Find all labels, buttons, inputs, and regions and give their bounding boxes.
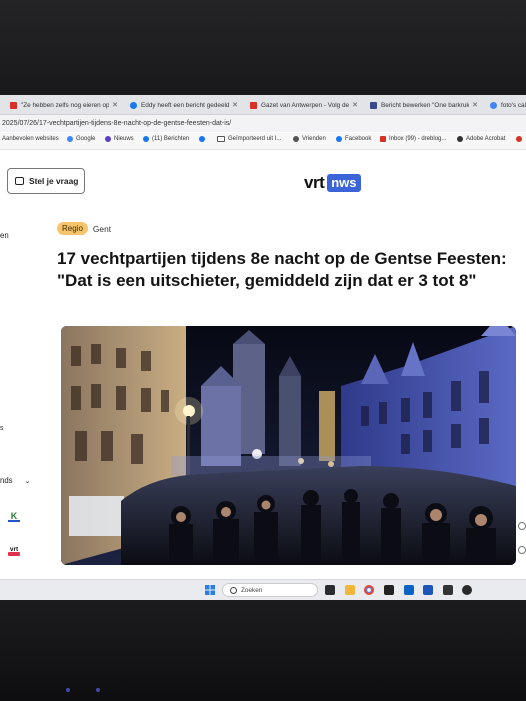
tab-label: "Ze hebben zelfs nog eieren op	[21, 102, 109, 109]
tab-label: Gazet van Antwerpen - Volg de	[261, 102, 349, 109]
article-tags: Regio Gent	[57, 222, 111, 235]
bookmark-label: (11) Berichten	[152, 136, 190, 142]
close-icon[interactable]: ✕	[472, 101, 478, 109]
facebook-icon	[130, 102, 137, 109]
article-photo	[61, 326, 516, 565]
tab-label: Bericht bewerken "One barkruk	[381, 102, 469, 109]
news-icon	[105, 136, 111, 142]
bookmark-geimporteerd[interactable]: Geïmporteerd uit I...	[217, 136, 281, 142]
bookmark-berichten[interactable]: (11) Berichten	[143, 136, 189, 142]
vrt-nws-logo[interactable]: vrt nws	[304, 173, 361, 193]
folder-icon	[217, 136, 225, 142]
sidebar-fragment[interactable]: en	[0, 231, 9, 240]
vrt-small-text: vrt	[10, 546, 19, 553]
bookmark-label: Geïmporteerd uit I...	[228, 136, 282, 142]
chevron-down-icon: ⌄	[24, 477, 31, 485]
chat-bubble-icon	[15, 177, 24, 185]
folder-icon[interactable]	[345, 585, 355, 595]
news-favicon-icon	[250, 102, 257, 109]
news-favicon-icon	[10, 102, 17, 109]
ketnet-logo-icon[interactable]: K	[7, 509, 21, 523]
bookmark-label: Adobe Acrobat	[466, 136, 506, 142]
windows-taskbar: Zoeken	[0, 579, 526, 600]
bookmark-facebook-2[interactable]	[199, 136, 208, 142]
bookmark-label: Nieuws	[114, 136, 134, 142]
close-icon[interactable]: ✕	[352, 101, 358, 109]
taskbar-search-input[interactable]: Zoeken	[222, 583, 318, 597]
logo-nws-badge: nws	[327, 174, 361, 192]
tab-label: foto's cal	[501, 102, 526, 109]
tab-5[interactable]: foto's cal	[490, 97, 526, 114]
start-icon[interactable]	[205, 585, 215, 595]
bookmark-label: Vrienden	[302, 136, 326, 142]
address-bar[interactable]: 2025/07/26/17-vechtpartijen-tijdens-8e-n…	[0, 115, 526, 132]
sidebar-fragment[interactable]: s	[0, 425, 4, 432]
chrome-icon[interactable]	[364, 585, 374, 595]
youtube-icon	[516, 136, 522, 142]
outlook-icon[interactable]	[404, 585, 414, 595]
monitor-led	[66, 688, 70, 692]
blog-favicon-icon	[370, 102, 377, 109]
ask-question-button[interactable]: Stel je vraag	[7, 168, 85, 194]
taskview-icon[interactable]	[325, 585, 335, 595]
monitor-led	[96, 688, 100, 692]
bookmark-acrobat[interactable]: Adobe Acrobat	[457, 136, 505, 142]
whatsapp-icon[interactable]	[462, 585, 472, 595]
location-link[interactable]: Gent	[93, 224, 111, 234]
bookmark-label: Inbox (99) - dreblog...	[389, 136, 447, 142]
search-placeholder: Zoeken	[241, 586, 263, 594]
vrt-logo-icon[interactable]: vrt	[7, 543, 21, 557]
facebook-icon	[336, 136, 342, 142]
bookmark-label: Google	[76, 136, 96, 142]
search-icon	[230, 586, 237, 594]
ketnet-letter: K	[11, 511, 18, 521]
facebook-icon	[143, 136, 149, 142]
ask-button-label: Stel je vraag	[29, 176, 79, 186]
monitor-bezel-top	[0, 0, 526, 95]
url-text: 2025/07/26/17-vechtpartijen-tijdens-8e-n…	[2, 120, 232, 127]
tab-4[interactable]: Bericht bewerken "One barkruk ✕	[370, 97, 482, 114]
google-icon	[490, 102, 497, 109]
bookmark-vrienden[interactable]: Vrienden	[293, 136, 326, 142]
screen: "Ze hebben zelfs nog eieren op ✕ Eddy he…	[0, 95, 526, 600]
bookmark-inbox[interactable]: Inbox (99) - dreblog...	[380, 136, 446, 142]
bookmark-label: Facebook	[345, 136, 372, 142]
globe-icon	[293, 136, 299, 142]
acrobat-icon	[457, 136, 463, 142]
bookmark-facebook[interactable]: Facebook	[336, 136, 371, 142]
bookmark-more[interactable]	[516, 136, 525, 142]
tab-2[interactable]: Eddy heeft een bericht gedeeld ✕	[130, 97, 242, 114]
scroll-indicator-icon[interactable]	[518, 522, 526, 530]
facebook-icon	[199, 136, 205, 142]
article-headline: 17 vechtpartijen tijdens 8e nacht op de …	[57, 249, 507, 290]
google-icon	[67, 136, 73, 142]
gmail-icon	[380, 136, 386, 142]
sidebar-dropdown[interactable]: nds ⌄	[0, 476, 30, 485]
bookmarks-bar: Aanbevolen websites Google Nieuws (11) B…	[0, 133, 526, 150]
night-street-crowd-photo	[61, 326, 516, 565]
sidebar-fragment: nds	[0, 476, 13, 485]
teams-icon[interactable]	[384, 585, 394, 595]
tab-bar: "Ze hebben zelfs nog eieren op ✕ Eddy he…	[0, 95, 526, 115]
photos-icon[interactable]	[443, 585, 453, 595]
bookmark-nieuws[interactable]: Nieuws	[105, 136, 134, 142]
regio-badge[interactable]: Regio	[57, 222, 88, 235]
logo-vrt-text: vrt	[304, 173, 325, 192]
close-icon[interactable]: ✕	[232, 101, 238, 109]
tab-1[interactable]: "Ze hebben zelfs nog eieren op ✕	[10, 97, 122, 114]
bookmark-label: Aanbevolen websites	[2, 136, 59, 142]
tab-3[interactable]: Gazet van Antwerpen - Volg de ✕	[250, 97, 362, 114]
monitor-bezel-bottom	[0, 600, 526, 701]
word-icon[interactable]	[423, 585, 433, 595]
bookmark-google[interactable]: Google	[67, 136, 95, 142]
tab-label: Eddy heeft een bericht gedeeld	[141, 102, 229, 109]
close-icon[interactable]: ✕	[112, 101, 118, 109]
scroll-indicator-icon[interactable]	[518, 546, 526, 554]
bookmark-aanbevolen[interactable]: Aanbevolen websites	[2, 136, 59, 142]
